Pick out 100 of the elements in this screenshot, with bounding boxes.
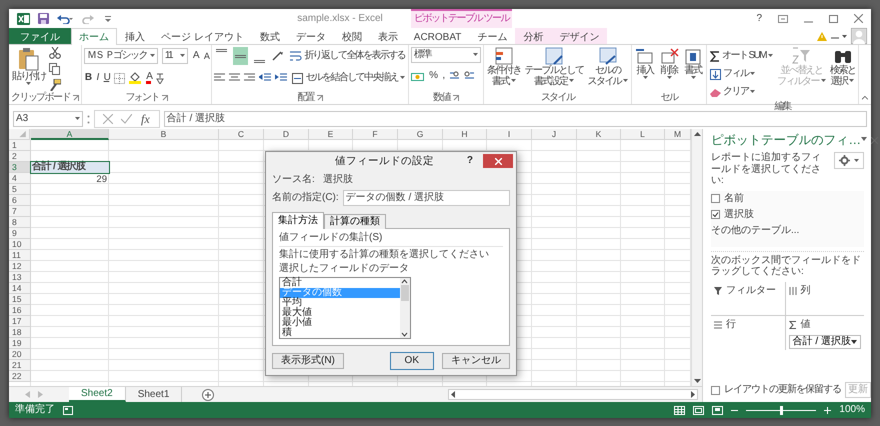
column-header[interactable]: K xyxy=(577,129,621,140)
column-header[interactable]: G xyxy=(398,129,443,140)
format-painter-icon[interactable] xyxy=(48,79,61,91)
cut-icon[interactable] xyxy=(48,47,61,59)
clear-button[interactable]: クリア xyxy=(709,83,774,101)
list-item[interactable]: 最大値 xyxy=(280,308,400,318)
autosum-button[interactable]: オート SUM xyxy=(709,47,774,65)
row-header[interactable]: 1 xyxy=(9,140,31,151)
tools-button[interactable] xyxy=(834,152,864,169)
ribbon-tab[interactable]: 挿入 xyxy=(117,28,153,44)
scroll-right-icon[interactable] xyxy=(688,390,697,399)
save-icon[interactable] xyxy=(38,13,49,24)
insert-function-button[interactable]: fx xyxy=(140,111,151,127)
delete-cells-button[interactable]: 削除 xyxy=(658,47,680,80)
font-name-field[interactable]: ＭＳ Ｐゴシック xyxy=(84,48,158,64)
format-as-table-button[interactable]: テーブルとして 書式設定 xyxy=(524,47,585,87)
field-label[interactable]: 名前 xyxy=(724,192,744,204)
number-format-button[interactable]: 表示形式(N) xyxy=(272,353,344,369)
font-color-button[interactable]: A xyxy=(145,69,152,87)
row-header[interactable]: 10 xyxy=(9,239,31,250)
row-header[interactable]: 3 xyxy=(9,162,31,173)
ribbon-tab[interactable]: 分析 xyxy=(515,28,552,44)
row-header[interactable]: 20 xyxy=(9,349,31,360)
help-button[interactable]: ? xyxy=(466,155,473,167)
ribbon-tab[interactable]: ファイル xyxy=(9,28,71,44)
cell-styles-button[interactable]: セルの スタイル xyxy=(586,47,630,87)
decrease-indent-icon[interactable] xyxy=(259,73,272,83)
row-header[interactable]: 6 xyxy=(9,195,31,206)
maximize-icon[interactable] xyxy=(829,14,838,22)
pane-menu-caret-icon[interactable] xyxy=(860,137,866,141)
ribbon-tab[interactable]: 数式 xyxy=(252,28,288,44)
page-break-view-icon[interactable] xyxy=(712,406,724,414)
row-header[interactable]: 12 xyxy=(9,261,31,272)
name-box-field[interactable]: A3 xyxy=(13,111,83,127)
conditional-format-button[interactable]: 条件付き 書式 xyxy=(486,47,522,87)
shrink-font-button[interactable]: A xyxy=(202,47,210,65)
checkbox-icon[interactable] xyxy=(711,210,720,219)
align-center-icon[interactable] xyxy=(229,73,240,83)
find-select-button[interactable]: 検索と 選択 xyxy=(828,47,856,87)
page-layout-view-icon[interactable] xyxy=(693,406,704,414)
column-header[interactable]: I xyxy=(487,129,532,140)
underline-button[interactable]: U xyxy=(102,69,110,87)
merge-center-button[interactable]: セルを結合して中央揃え xyxy=(291,69,406,87)
account-caret-icon[interactable] xyxy=(831,34,847,38)
fill-button[interactable]: フィル xyxy=(709,65,774,83)
close-icon[interactable] xyxy=(854,14,863,23)
row-header[interactable]: 13 xyxy=(9,272,31,283)
increase-decimal-icon[interactable] xyxy=(448,70,460,82)
list-item[interactable]: 合計 xyxy=(280,278,400,288)
list-item[interactable]: 積 xyxy=(280,328,400,338)
defer-update-label[interactable]: レイアウトの更新を保留する xyxy=(724,384,841,396)
column-header[interactable]: J xyxy=(532,129,577,140)
list-item[interactable]: 平均 xyxy=(280,298,400,308)
grow-font-button[interactable]: A xyxy=(192,47,199,65)
fill-color-icon[interactable] xyxy=(129,72,142,84)
row-header[interactable]: 9 xyxy=(9,228,31,239)
collapse-ribbon-icon[interactable] xyxy=(862,95,868,100)
vertical-align-button[interactable] xyxy=(233,47,248,65)
close-button[interactable] xyxy=(483,154,513,168)
excel-logo-icon[interactable] xyxy=(17,12,30,24)
cancel-button[interactable]: キャンセル xyxy=(442,353,510,369)
phonetic-icon[interactable] xyxy=(156,72,164,84)
dialog-launcher-icon[interactable] xyxy=(453,95,460,101)
comma-button[interactable]: , xyxy=(441,67,445,85)
ribbon-tab[interactable]: 校閲 xyxy=(334,28,370,44)
ribbon-tab[interactable]: ACROBAT xyxy=(406,28,470,44)
wrap-text-button[interactable]: 折り返して全体を表示する xyxy=(289,47,406,65)
row-header[interactable]: 14 xyxy=(9,283,31,294)
row-header[interactable]: 2 xyxy=(9,151,31,162)
bold-button[interactable]: B xyxy=(84,69,92,87)
row-header[interactable]: 7 xyxy=(9,206,31,217)
borders-icon[interactable] xyxy=(114,72,126,84)
undo-icon[interactable] xyxy=(57,14,73,24)
row-header[interactable]: 22 xyxy=(9,371,31,382)
vertical-scrollbar[interactable] xyxy=(691,129,703,386)
dialog-tab[interactable]: 計算の種類 xyxy=(324,214,386,229)
row-header[interactable]: 19 xyxy=(9,338,31,349)
zoom-in-icon[interactable] xyxy=(824,406,832,414)
orientation-icon[interactable] xyxy=(271,50,286,62)
formula-field[interactable]: 合計 / 選択肢 xyxy=(164,111,867,127)
dialog-launcher-icon[interactable] xyxy=(317,95,324,101)
column-header[interactable]: E xyxy=(309,129,353,140)
normal-view-icon[interactable] xyxy=(674,406,686,414)
row-header[interactable]: 16 xyxy=(9,305,31,316)
number-format-field[interactable]: 標準 xyxy=(411,47,482,63)
scroll-left-icon[interactable] xyxy=(449,390,458,399)
column-header[interactable]: F xyxy=(353,129,398,140)
increase-indent-icon[interactable] xyxy=(275,73,288,83)
column-header[interactable]: B xyxy=(109,129,219,140)
column-header[interactable]: A xyxy=(31,129,109,140)
ribbon-display-icon[interactable] xyxy=(778,14,788,22)
macro-record-icon[interactable] xyxy=(63,406,73,414)
ribbon-tab[interactable]: データ xyxy=(288,28,334,44)
paste-button[interactable]: 貼り付け xyxy=(11,47,47,86)
ribbon-tab[interactable]: デザイン xyxy=(551,28,608,44)
column-header[interactable]: M xyxy=(665,129,691,140)
row-header[interactable]: 4 xyxy=(9,173,31,184)
row-header[interactable]: 18 xyxy=(9,327,31,338)
ribbon-tab[interactable]: 表示 xyxy=(370,28,406,44)
italic-button[interactable]: I xyxy=(95,69,99,87)
